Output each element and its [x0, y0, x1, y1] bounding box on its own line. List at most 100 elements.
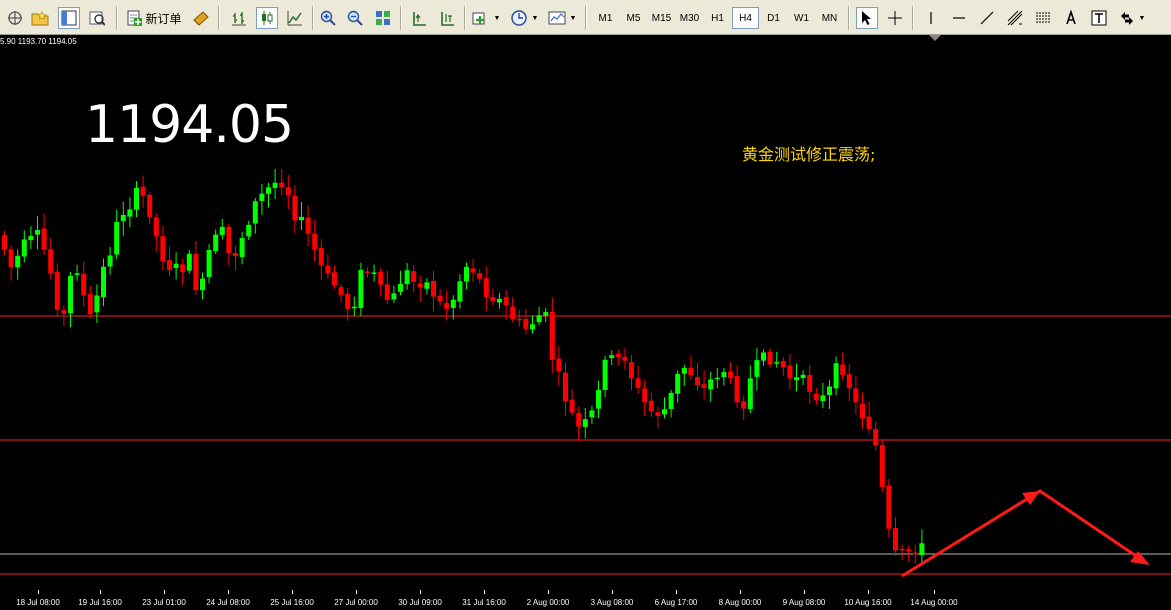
candle-body: [101, 266, 106, 298]
candle-body: [325, 265, 331, 274]
cursor-arrow-icon[interactable]: [856, 7, 878, 29]
candle-body: [893, 528, 898, 551]
text-label-icon[interactable]: [1088, 7, 1110, 29]
candle-body: [391, 293, 397, 300]
arrows-dropdown-chevron-down-icon[interactable]: ▼: [1138, 7, 1146, 29]
time-axis-label: 10 Aug 16:00: [844, 598, 892, 607]
analysis-annotation: 黄金测试修正震荡;: [742, 145, 876, 164]
tile-windows-icon[interactable]: [372, 7, 394, 29]
indicators-dropdown-chevron-down-icon[interactable]: ▼: [493, 7, 501, 29]
horizontal-line-icon[interactable]: [948, 7, 970, 29]
timeframe-m1-button[interactable]: M1: [592, 7, 619, 29]
candle-body: [886, 485, 892, 529]
chart-shift-marker[interactable]: [929, 35, 941, 41]
time-axis-tick: [548, 590, 549, 594]
templates-dropdown-chevron-down-icon[interactable]: ▼: [569, 7, 577, 29]
candle-body: [503, 297, 509, 306]
candle-body: [523, 318, 529, 329]
candle-body: [48, 249, 54, 274]
candle-body: [87, 294, 93, 315]
candle-body: [714, 377, 720, 380]
candle-body: [576, 413, 582, 427]
candle-body: [510, 306, 516, 319]
candle-body: [28, 235, 34, 241]
candle-body: [629, 362, 634, 379]
candle-body: [351, 306, 357, 309]
candle-body: [431, 280, 436, 297]
fibonacci-retracement-icon[interactable]: [1032, 7, 1054, 29]
candle-body: [206, 249, 212, 277]
candle-body: [404, 270, 410, 285]
timeframe-h4-button[interactable]: H4: [732, 7, 759, 29]
periods-clock-icon[interactable]: [508, 7, 530, 29]
timeframe-m5-button[interactable]: M5: [620, 7, 647, 29]
time-axis: 18 Jul 08:00 19 Jul 16:00 23 Jul 01:00 24 J…: [0, 590, 1171, 610]
candle-body: [536, 315, 542, 323]
candle-body: [252, 201, 258, 224]
time-axis-tick: [740, 590, 741, 594]
price-chart[interactable]: 5.90 1193.70 1194.05 1194.05 黄金测试修正震荡; 1…: [0, 35, 1171, 610]
candle-body: [853, 388, 859, 403]
candle-body: [8, 249, 14, 267]
timeframe-h1-button[interactable]: H1: [704, 7, 731, 29]
zoom-in-icon[interactable]: [317, 7, 339, 29]
timeframe-m15-button[interactable]: M15: [648, 7, 675, 29]
indicators-icon[interactable]: [470, 7, 492, 29]
candle-body: [662, 409, 667, 415]
candle-body: [213, 234, 219, 252]
chart-shift-icon[interactable]: [408, 7, 430, 29]
time-axis-label: 2 Aug 00:00: [526, 598, 570, 607]
candle-body: [721, 372, 727, 378]
expert-advisors-icon[interactable]: [190, 7, 212, 29]
candle-body: [543, 312, 549, 316]
time-axis-tick: [164, 590, 165, 594]
candle-body: [873, 428, 879, 446]
forecast-arrow[interactable]: [901, 489, 1146, 578]
candle-body: [860, 403, 865, 419]
candle-body: [642, 388, 648, 403]
new-order-button[interactable]: 新订单: [122, 7, 186, 29]
candle-body: [173, 263, 179, 269]
crosshair-icon[interactable]: [884, 7, 906, 29]
candle-body: [74, 273, 80, 275]
candle-body: [305, 217, 311, 234]
candle-body: [549, 311, 555, 360]
timeframe-m30-button[interactable]: M30: [676, 7, 703, 29]
candle-body: [516, 318, 522, 321]
candle-body: [365, 271, 370, 273]
trendline-icon[interactable]: [976, 7, 998, 29]
time-axis-tick: [356, 590, 357, 594]
candle-body: [147, 194, 153, 218]
text-tool-icon[interactable]: [1060, 7, 1082, 29]
candle-body: [134, 187, 139, 210]
bar-chart-icon[interactable]: [228, 7, 250, 29]
candle-body: [675, 373, 681, 394]
zoom-out-icon[interactable]: [344, 7, 366, 29]
candle-body: [266, 187, 271, 194]
vertical-line-icon[interactable]: [920, 7, 942, 29]
time-axis-tick: [868, 590, 869, 594]
line-chart-icon[interactable]: [284, 7, 306, 29]
arrows-tool-icon[interactable]: [1116, 7, 1138, 29]
candle-body: [681, 367, 687, 374]
candle-body: [246, 224, 252, 237]
candle-body: [107, 255, 113, 267]
timeframe-w1-button[interactable]: W1: [788, 7, 815, 29]
periods-dropdown-chevron-down-icon[interactable]: ▼: [531, 7, 539, 29]
candle-body: [708, 379, 714, 390]
templates-icon[interactable]: [546, 7, 568, 29]
candle-body: [688, 367, 694, 376]
auto-scroll-icon[interactable]: [436, 7, 458, 29]
crosshair-settings-icon[interactable]: [4, 7, 26, 29]
data-window-icon[interactable]: [86, 7, 108, 29]
candlestick-chart-icon[interactable]: [256, 7, 278, 29]
candle-body: [332, 272, 337, 286]
candle-body: [569, 399, 575, 413]
navigator-panel-icon[interactable]: [58, 7, 80, 29]
candle-body: [371, 272, 377, 275]
favorites-folder-icon[interactable]: [29, 7, 51, 29]
timeframe-d1-button[interactable]: D1: [760, 7, 787, 29]
equidistant-channel-icon[interactable]: [1004, 7, 1026, 29]
timeframe-mn-button[interactable]: MN: [816, 7, 843, 29]
candle-body: [127, 209, 133, 217]
